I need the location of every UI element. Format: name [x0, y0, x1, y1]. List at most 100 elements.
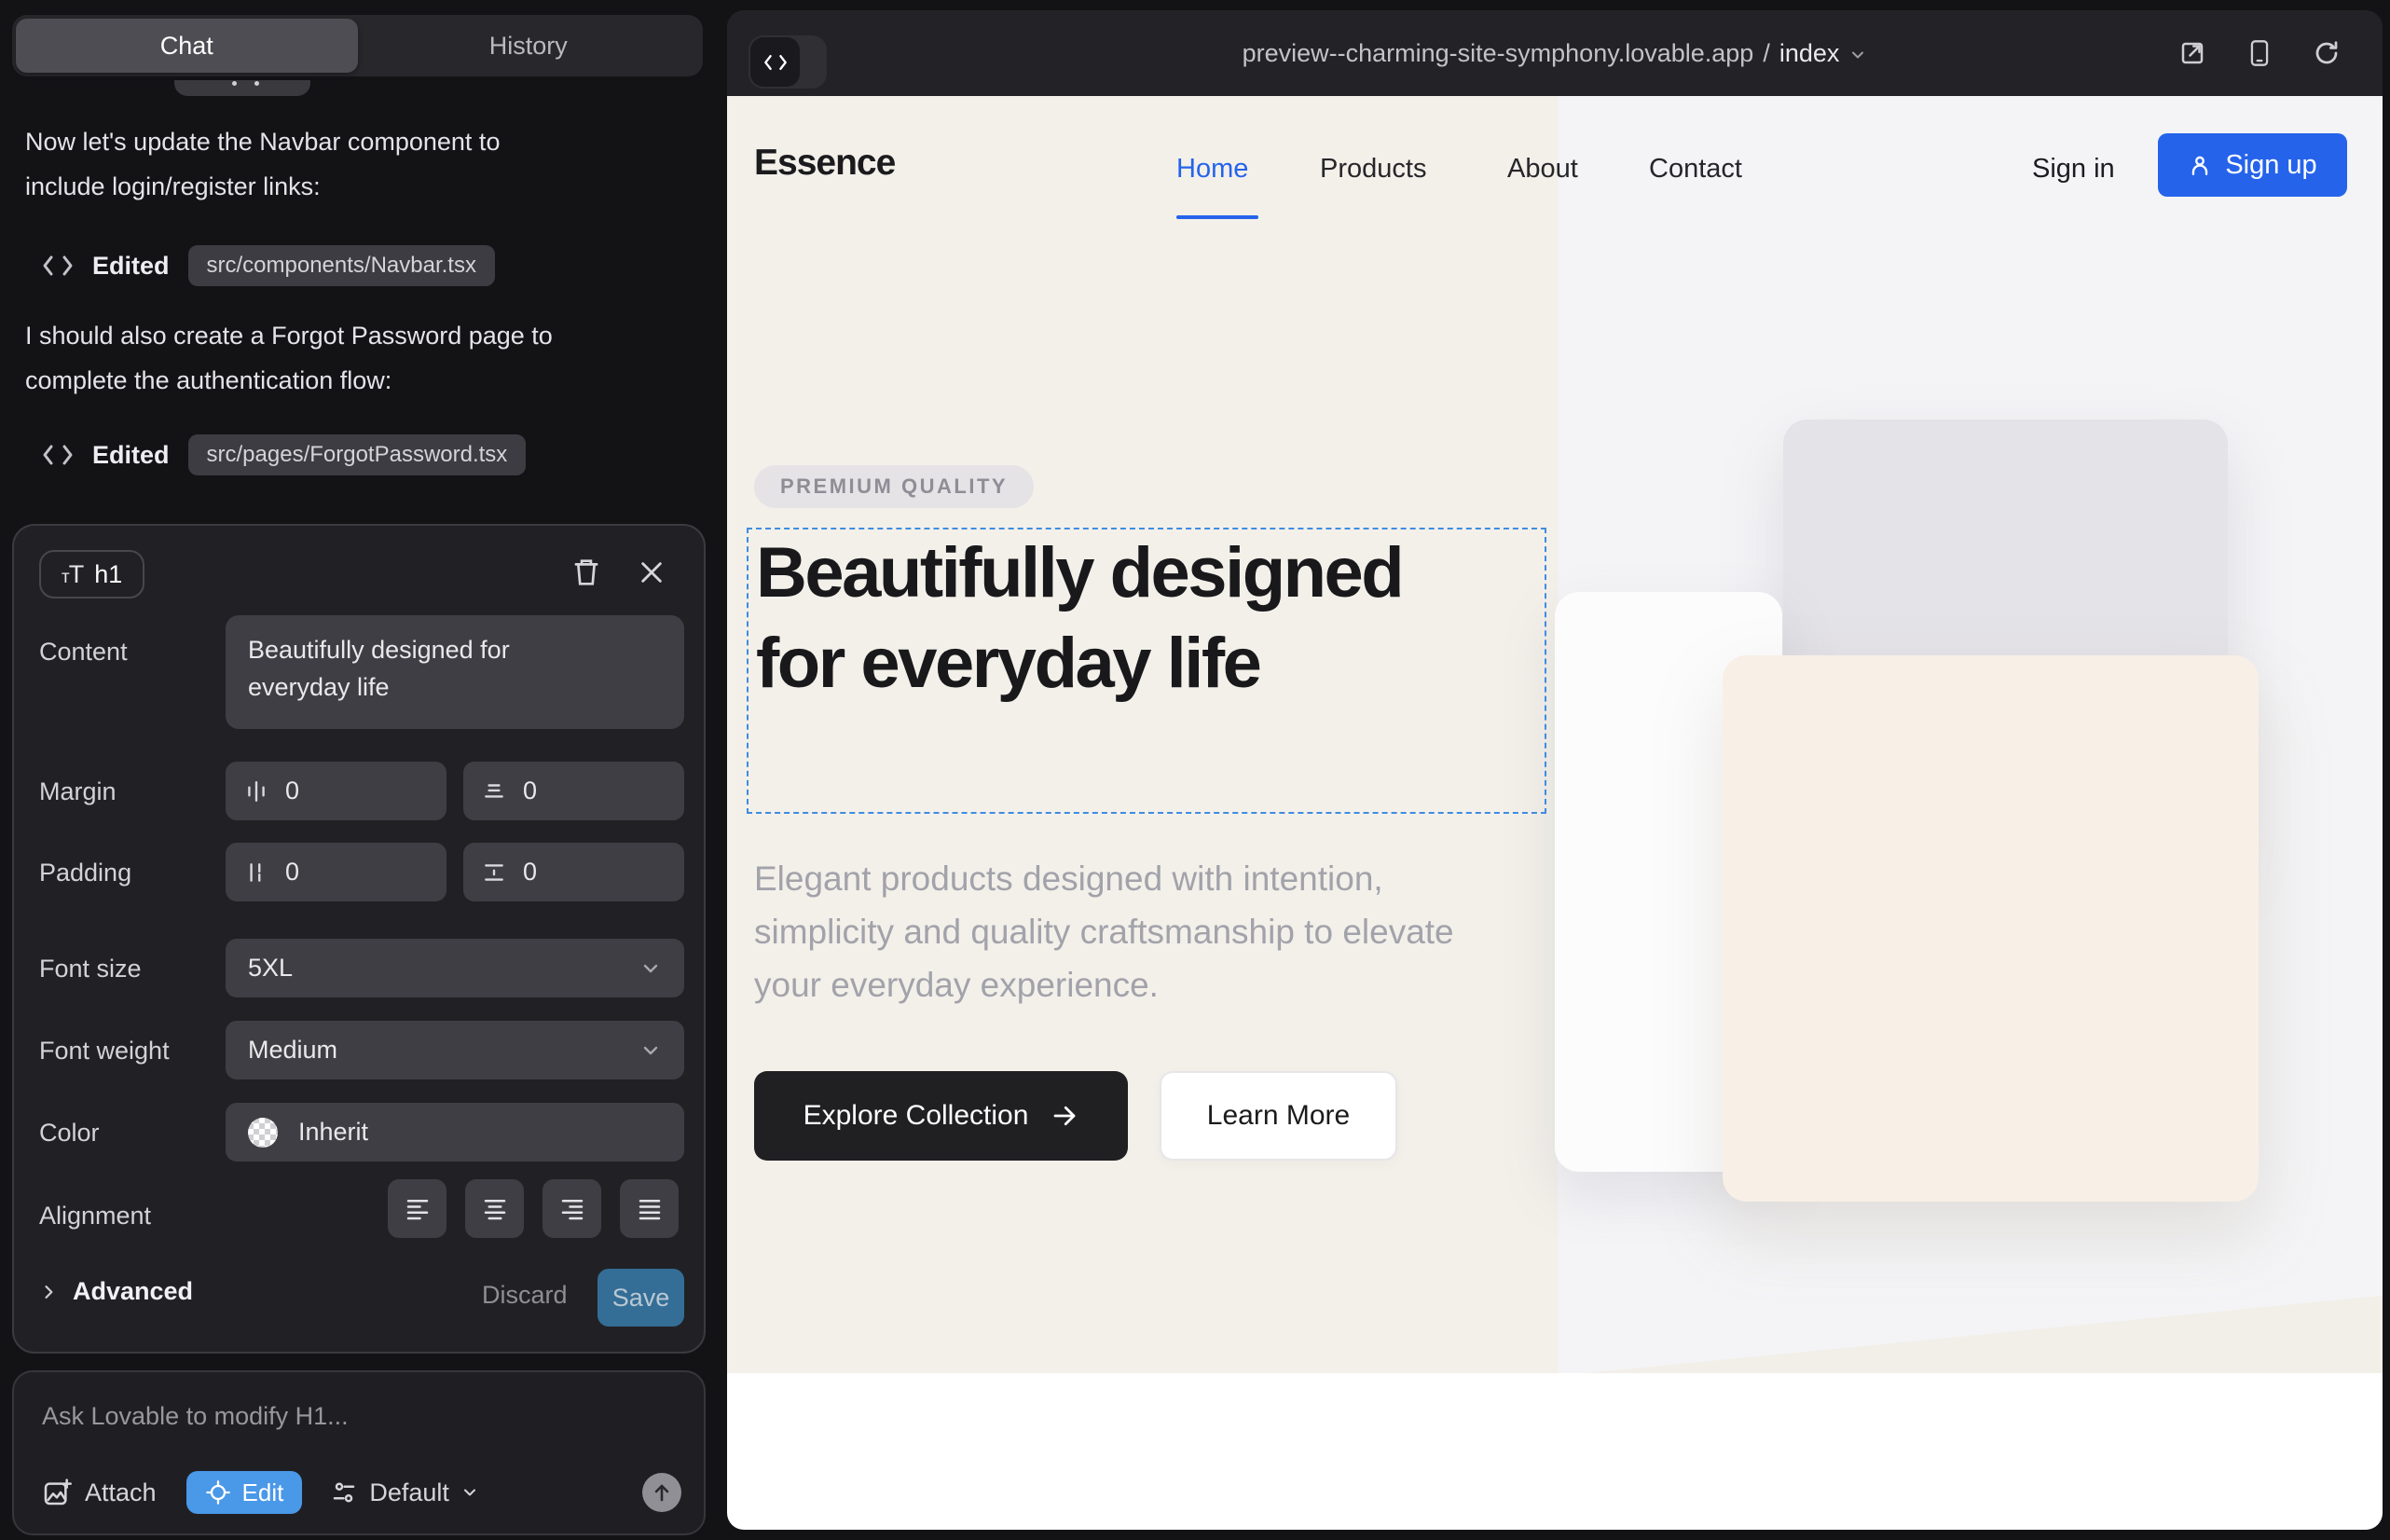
- chevron-down-icon: [1848, 46, 1867, 64]
- content-label: Content: [39, 638, 128, 667]
- align-right-button[interactable]: [543, 1179, 601, 1238]
- url-host: preview--charming-site-symphony.lovable.…: [1243, 39, 1754, 68]
- hero-cta-row: Explore Collection Learn More: [754, 1071, 1397, 1161]
- padding-y-input[interactable]: 0: [463, 843, 684, 901]
- edited-file-chip[interactable]: src/pages/ForgotPassword.tsx: [188, 434, 527, 475]
- url-page: index: [1779, 39, 1840, 68]
- chevron-right-icon: [39, 1283, 58, 1301]
- color-swatch: [248, 1118, 278, 1148]
- chat-history-tabbar: Chat History: [12, 15, 703, 76]
- hero-paragraph: Elegant products designed with intention…: [754, 852, 1500, 1011]
- content-input[interactable]: Beautifully designed for everyday life: [226, 615, 684, 729]
- hero-heading: Beautifully designed for everyday life: [756, 528, 1408, 708]
- font-weight-select[interactable]: Medium: [226, 1021, 684, 1079]
- edited-file-row: Edited src/pages/ForgotPassword.tsx: [42, 433, 526, 476]
- learn-more-button[interactable]: Learn More: [1160, 1071, 1397, 1161]
- sign-in-link[interactable]: Sign in: [2032, 154, 2115, 185]
- tab-chat[interactable]: Chat: [16, 19, 358, 73]
- user-icon: [2188, 153, 2212, 177]
- padding-label: Padding: [39, 859, 131, 887]
- color-label: Color: [39, 1119, 100, 1148]
- nav-link-contact[interactable]: Contact: [1649, 154, 1742, 185]
- padding-x-input[interactable]: 0: [226, 843, 446, 901]
- h1-selection-outline[interactable]: Beautifully designed for everyday life: [747, 528, 1546, 814]
- font-weight-label: Font weight: [39, 1037, 170, 1066]
- save-button[interactable]: Save: [598, 1269, 684, 1327]
- sliders-icon: [330, 1478, 358, 1506]
- tab-history[interactable]: History: [358, 19, 700, 73]
- attach-button[interactable]: Attach: [42, 1478, 157, 1507]
- refresh-icon: [2313, 39, 2341, 67]
- mode-selector[interactable]: Default: [330, 1478, 479, 1507]
- margin-x-input[interactable]: 0: [226, 762, 446, 820]
- element-tag: h1: [94, 560, 122, 589]
- margin-x-icon: [244, 779, 268, 804]
- attach-image-icon: [42, 1478, 72, 1507]
- site-preview: Essence Home Products About Contact Sign…: [727, 96, 2383, 1530]
- align-justify-icon: [636, 1195, 664, 1223]
- font-size-label: Font size: [39, 955, 142, 983]
- preview-url[interactable]: preview--charming-site-symphony.lovable.…: [727, 10, 2383, 96]
- align-center-button[interactable]: [465, 1179, 524, 1238]
- send-button[interactable]: [642, 1473, 681, 1512]
- margin-y-input[interactable]: 0: [463, 762, 684, 820]
- edit-mode-button[interactable]: Edit: [186, 1471, 303, 1514]
- chevron-down-icon: [639, 1039, 662, 1062]
- explore-collection-button[interactable]: Explore Collection: [754, 1071, 1128, 1161]
- chevron-down-icon: [639, 957, 662, 980]
- preview-toolbar: preview--charming-site-symphony.lovable.…: [727, 10, 2383, 96]
- hero-section: PREMIUM QUALITY Beautifully designed for…: [727, 229, 2383, 1373]
- scrolled-chip-fragment: [174, 80, 310, 96]
- decorative-card-cream: [1723, 655, 2259, 1202]
- arrow-up-icon: [651, 1481, 673, 1504]
- preview-actions: [2172, 10, 2347, 96]
- arrow-right-icon: [1051, 1102, 1078, 1130]
- padding-y-icon: [482, 860, 506, 885]
- edited-file-chip[interactable]: src/components/Navbar.tsx: [188, 245, 495, 286]
- edited-label: Edited: [92, 252, 170, 281]
- font-size-select[interactable]: 5XL: [226, 939, 684, 997]
- external-link-icon: [2178, 39, 2206, 67]
- color-select[interactable]: Inherit: [226, 1103, 684, 1162]
- align-right-icon: [558, 1195, 586, 1223]
- align-justify-button[interactable]: [620, 1179, 679, 1238]
- active-link-underline: [1176, 215, 1258, 219]
- site-navbar: Essence Home Products About Contact Sign…: [727, 96, 2383, 229]
- delete-element-button[interactable]: [566, 552, 607, 593]
- open-external-button[interactable]: [2172, 33, 2213, 74]
- align-center-icon: [481, 1195, 509, 1223]
- hero-badge: PREMIUM QUALITY: [754, 465, 1034, 508]
- align-left-button[interactable]: [388, 1179, 446, 1238]
- alignment-label: Alignment: [39, 1202, 151, 1231]
- trash-icon: [572, 557, 600, 587]
- code-icon: [42, 254, 74, 278]
- decorative-wedge: [1585, 1295, 2383, 1373]
- assistant-message: Now let's update the Navbar component to…: [25, 119, 575, 209]
- advanced-toggle[interactable]: Advanced: [39, 1277, 193, 1306]
- composer-placeholder: Ask Lovable to modify H1...: [42, 1402, 349, 1431]
- nav-link-about[interactable]: About: [1507, 154, 1578, 185]
- margin-label: Margin: [39, 777, 117, 806]
- padding-x-icon: [244, 860, 268, 885]
- alignment-buttons: [388, 1179, 679, 1238]
- type-size-icon: тT: [62, 560, 83, 589]
- edited-label: Edited: [92, 441, 170, 470]
- composer-toolbar: Attach Edit Default: [42, 1470, 681, 1515]
- smartphone-icon: [2246, 39, 2273, 67]
- chat-composer[interactable]: Ask Lovable to modify H1... Attach Edit …: [12, 1370, 706, 1535]
- nav-link-home[interactable]: Home: [1176, 154, 1248, 185]
- site-logo[interactable]: Essence: [754, 143, 895, 184]
- assistant-message: I should also create a Forgot Password p…: [25, 313, 575, 403]
- code-icon: [42, 443, 74, 467]
- edited-file-row: Edited src/components/Navbar.tsx: [42, 244, 495, 287]
- close-editor-button[interactable]: [631, 552, 672, 593]
- discard-button[interactable]: Discard: [482, 1281, 568, 1310]
- element-tag-badge: тT h1: [39, 550, 144, 598]
- close-icon: [639, 559, 665, 585]
- url-separator: /: [1763, 39, 1770, 68]
- refresh-button[interactable]: [2306, 33, 2347, 74]
- sign-up-button[interactable]: Sign up: [2158, 133, 2347, 197]
- mobile-view-button[interactable]: [2239, 33, 2280, 74]
- element-editor-panel: тT h1 Content Beautifully designed for e…: [12, 524, 706, 1354]
- nav-link-products[interactable]: Products: [1320, 154, 1426, 185]
